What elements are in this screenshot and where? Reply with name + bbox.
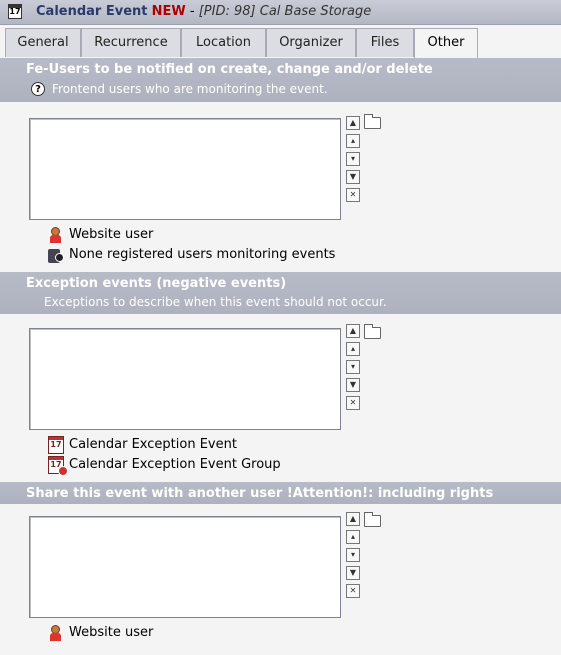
section-description: Frontend users who are monitoring the ev… bbox=[52, 82, 328, 96]
record-type-label: Calendar Exception Event Group bbox=[69, 457, 281, 472]
tab-location[interactable]: Location bbox=[181, 28, 266, 57]
section-header-share-event: Share this event with another user !Atte… bbox=[0, 482, 561, 504]
move-up-icon[interactable]: ▴ bbox=[346, 134, 360, 148]
move-up-icon[interactable]: ▴ bbox=[346, 342, 360, 356]
remove-selected-icon[interactable]: ✕ bbox=[346, 188, 360, 202]
remove-selected-icon[interactable]: ✕ bbox=[346, 396, 360, 410]
calendar-exception-event-icon: 17 bbox=[48, 436, 64, 454]
tab-general[interactable]: General bbox=[5, 28, 81, 57]
exception-events-select-list[interactable] bbox=[29, 328, 341, 430]
record-type-label: Calendar Exception Event bbox=[69, 437, 237, 452]
move-to-top-icon[interactable]: ▲ bbox=[346, 116, 360, 130]
tab-files[interactable]: Files bbox=[356, 28, 414, 57]
record-title-bar: 17 Calendar Event NEW - [PID: 98] Cal Ba… bbox=[0, 0, 561, 25]
record-pid: [PID: 98] Cal Base Storage bbox=[198, 4, 372, 19]
share-users-select-list[interactable] bbox=[29, 516, 341, 618]
website-user-icon bbox=[48, 226, 64, 244]
calendar-exception-group-icon: 17 bbox=[48, 456, 68, 476]
record-title: Calendar Event NEW - [PID: 98] Cal Base … bbox=[36, 4, 371, 19]
section-title: Exception events (negative events) bbox=[26, 276, 287, 291]
new-badge: NEW bbox=[151, 4, 186, 19]
title-separator: - bbox=[189, 4, 195, 19]
browse-records-folder-icon[interactable] bbox=[364, 512, 381, 527]
move-down-icon[interactable]: ▾ bbox=[346, 360, 360, 374]
record-type-label: Website user bbox=[69, 625, 154, 640]
tab-bar: General Recurrence Location Organizer Fi… bbox=[0, 25, 561, 58]
section-header-fe-users: Fe-Users to be notified on create, chang… bbox=[0, 58, 561, 102]
move-to-bottom-icon[interactable]: ▼ bbox=[346, 566, 360, 580]
move-to-top-icon[interactable]: ▲ bbox=[346, 324, 360, 338]
browse-records-folder-icon[interactable] bbox=[364, 324, 381, 339]
calendar-event-icon: 17 bbox=[8, 4, 22, 19]
help-icon[interactable]: ? bbox=[31, 82, 45, 96]
tab-recurrence[interactable]: Recurrence bbox=[81, 28, 181, 57]
section-header-exception-events: Exception events (negative events) Excep… bbox=[0, 272, 561, 314]
move-down-icon[interactable]: ▾ bbox=[346, 548, 360, 562]
website-user-icon bbox=[48, 624, 64, 642]
move-down-icon[interactable]: ▾ bbox=[346, 152, 360, 166]
remove-selected-icon[interactable]: ✕ bbox=[346, 584, 360, 598]
unregistered-users-icon bbox=[48, 246, 64, 264]
tab-other[interactable]: Other bbox=[414, 28, 478, 58]
section-title: Share this event with another user !Atte… bbox=[26, 486, 494, 501]
move-to-top-icon[interactable]: ▲ bbox=[346, 512, 360, 526]
move-to-bottom-icon[interactable]: ▼ bbox=[346, 378, 360, 392]
tab-organizer[interactable]: Organizer bbox=[266, 28, 356, 57]
section-title: Fe-Users to be notified on create, chang… bbox=[26, 62, 433, 77]
record-type-label: Website user bbox=[69, 227, 154, 242]
browse-records-folder-icon[interactable] bbox=[364, 114, 381, 129]
record-type-label: Calendar Event bbox=[36, 4, 148, 19]
move-to-bottom-icon[interactable]: ▼ bbox=[346, 170, 360, 184]
record-type-label: None registered users monitoring events bbox=[69, 247, 336, 262]
section-description: Exceptions to describe when this event s… bbox=[44, 295, 387, 309]
fe-users-select-list[interactable] bbox=[29, 118, 341, 220]
move-up-icon[interactable]: ▴ bbox=[346, 530, 360, 544]
